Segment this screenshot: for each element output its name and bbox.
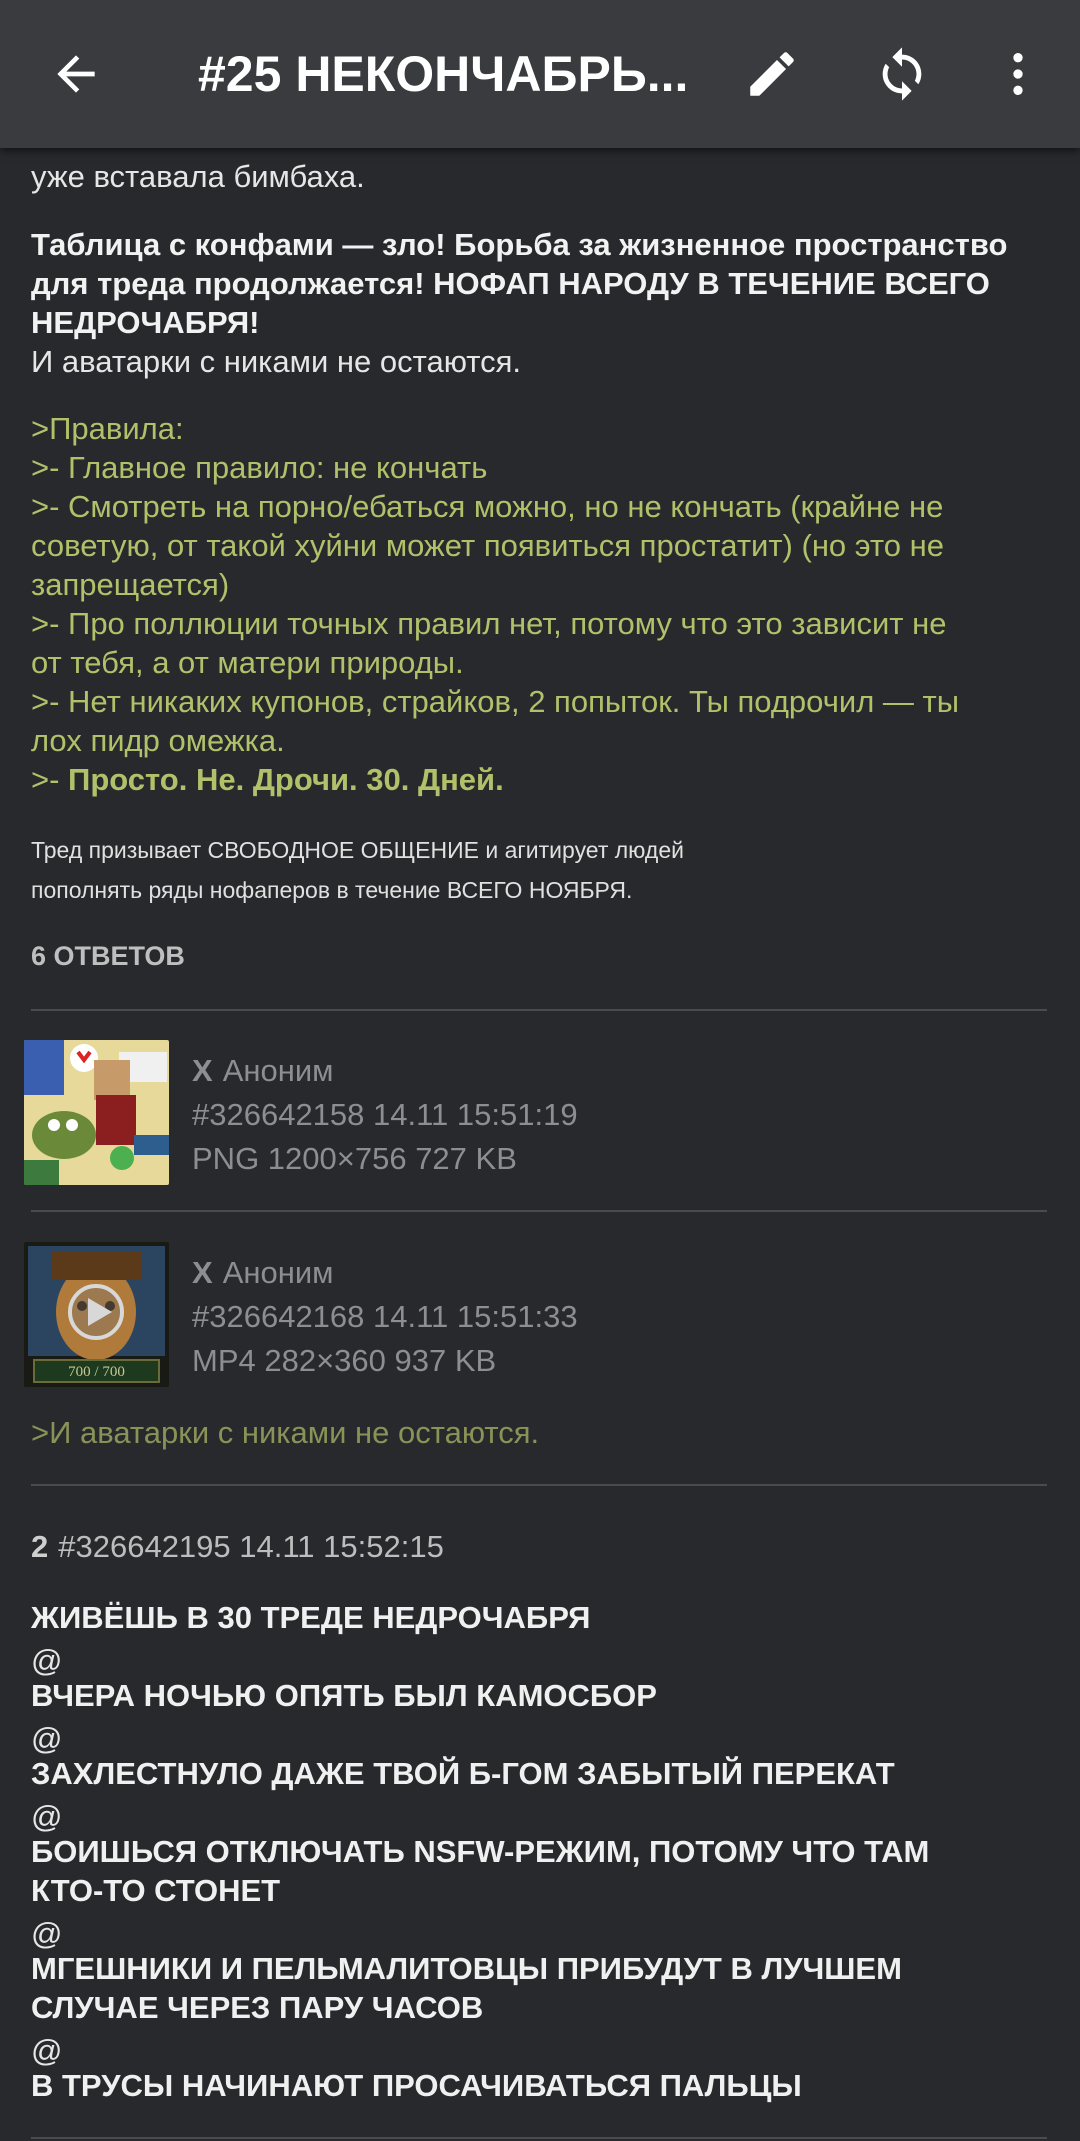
rule-line: лох пидр омежка. bbox=[31, 723, 285, 758]
post-number: 2 bbox=[31, 1529, 49, 1564]
thread-title: #25 НЕКОНЧАБРЬ... bbox=[198, 46, 689, 102]
post-line-at: @ bbox=[31, 1721, 63, 1756]
rule-prefix: >- bbox=[31, 762, 69, 797]
post-line-at: @ bbox=[31, 1916, 63, 1951]
post-line: ЗАХЛЕСТНУЛО ДАЖЕ ТВОЙ Б-ГОМ ЗАБЫТЫЙ ПЕРЕ… bbox=[31, 1756, 895, 1791]
rule-line: >Правила: bbox=[31, 411, 184, 446]
divider bbox=[31, 2137, 1047, 2139]
post-line: МГЕШНИКИ И ПЕЛЬМАЛИТОВЦЫ ПРИБУДУТ В ЛУЧШ… bbox=[31, 1951, 902, 1986]
rule-line-final: >- Просто. Не. Дрочи. 30. Дней. bbox=[31, 760, 1051, 799]
op-bold-line-3: НЕДРОЧАБРЯ! bbox=[31, 305, 260, 340]
app-bar: #25 НЕКОНЧАБРЬ... bbox=[0, 0, 1080, 148]
divider bbox=[31, 1484, 1047, 1486]
pencil-icon bbox=[750, 52, 794, 96]
post-line: СЛУЧАЕ ЧЕРЕЗ ПАРУ ЧАСОВ bbox=[31, 1990, 484, 2025]
post-header: X Аноним bbox=[192, 1049, 333, 1093]
post-id-time[interactable]: #326642158 14.11 15:51:19 bbox=[192, 1093, 578, 1137]
post-quote: >И аватарки с никами не остаются. bbox=[31, 1415, 540, 1450]
post-header: 2 #326642195 14.11 15:52:15 bbox=[31, 1527, 1051, 1566]
divider bbox=[31, 1210, 1047, 1212]
file-info: PNG 1200×756 727 KB bbox=[192, 1141, 517, 1176]
divider bbox=[31, 1009, 1047, 1011]
post-id-time[interactable]: #326642195 14.11 15:52:15 bbox=[58, 1529, 444, 1564]
post-video-thumbnail[interactable]: 700 / 700 bbox=[24, 1242, 169, 1387]
post-marker: X bbox=[192, 1053, 213, 1088]
back-button[interactable] bbox=[36, 34, 116, 114]
rule-line: >- Про поллюции точных правил нет, потом… bbox=[31, 606, 947, 641]
op-partial-line: уже вставала бимбаха. bbox=[31, 159, 365, 194]
post-header: X Аноним bbox=[192, 1251, 333, 1295]
post-line: В ТРУСЫ НАЧИНАЮТ ПРОСАЧИВАТЬСЯ ПАЛЬЦЫ bbox=[31, 2068, 802, 2103]
rule-bold-text: Просто. Не. Дрочи. 30. Дней. bbox=[68, 762, 504, 797]
refresh-button[interactable] bbox=[862, 34, 942, 114]
refresh-icon bbox=[882, 47, 922, 101]
edit-button[interactable] bbox=[732, 34, 812, 114]
rule-line: >- Нет никаких купонов, страйков, 2 попы… bbox=[31, 684, 959, 719]
post-marker: X bbox=[192, 1255, 213, 1290]
post-line-at: @ bbox=[31, 1643, 63, 1678]
poster-name: Аноним bbox=[222, 1053, 334, 1088]
post-line-at: @ bbox=[31, 2033, 63, 2068]
poster-name: Аноним bbox=[222, 1255, 334, 1290]
op-bold-line-1: Таблица с конфами — зло! Борьба за жизне… bbox=[31, 227, 1008, 262]
file-info: MP4 282×360 937 KB bbox=[192, 1343, 497, 1378]
op-footer-line-2: пополнять ряды нофаперов в течение ВСЕГО… bbox=[31, 877, 633, 903]
op-plain-line: И аватарки с никами не остаются. bbox=[31, 344, 522, 379]
post-id-time[interactable]: #326642168 14.11 15:51:33 bbox=[192, 1295, 578, 1339]
arrow-left-icon bbox=[57, 55, 95, 93]
replies-count-link[interactable]: 6 ОТВЕТОВ bbox=[31, 937, 1051, 976]
post-line: ЖИВЁШЬ В 30 ТРЕДЕ НЕДРОЧАБРЯ bbox=[31, 1600, 591, 1635]
post-thumbnail[interactable] bbox=[24, 1040, 169, 1185]
op-bold-line-2: для треда продолжается! НОФАП НАРОДУ В Т… bbox=[31, 266, 990, 301]
thumb-caption: 700 / 700 bbox=[68, 1364, 125, 1380]
post-line: ВЧЕРА НОЧЬЮ ОПЯТЬ БЫЛ КАМОСБОР bbox=[31, 1678, 657, 1713]
more-vert-icon bbox=[1013, 53, 1023, 95]
rule-line: советую, от такой хуйни может появиться … bbox=[31, 528, 944, 563]
post-line-at: @ bbox=[31, 1799, 63, 1834]
rule-line: от тебя, а от матери природы. bbox=[31, 645, 464, 680]
rule-line: >- Смотреть на порно/ебаться можно, но н… bbox=[31, 489, 944, 524]
image-thumbnail-icon bbox=[24, 1040, 169, 1185]
overflow-menu-button[interactable] bbox=[978, 34, 1058, 114]
post-line: КТО-ТО СТОНЕТ bbox=[31, 1873, 281, 1908]
rule-line: запрещается) bbox=[31, 567, 230, 602]
post-line: БОИШЬСЯ ОТКЛЮЧАТЬ NSFW-РЕЖИМ, ПОТОМУ ЧТО… bbox=[31, 1834, 930, 1869]
op-footer-line-1: Тред призывает СВОБОДНОЕ ОБЩЕНИЕ и агити… bbox=[31, 837, 684, 863]
rule-line: >- Главное правило: не кончать bbox=[31, 450, 488, 485]
